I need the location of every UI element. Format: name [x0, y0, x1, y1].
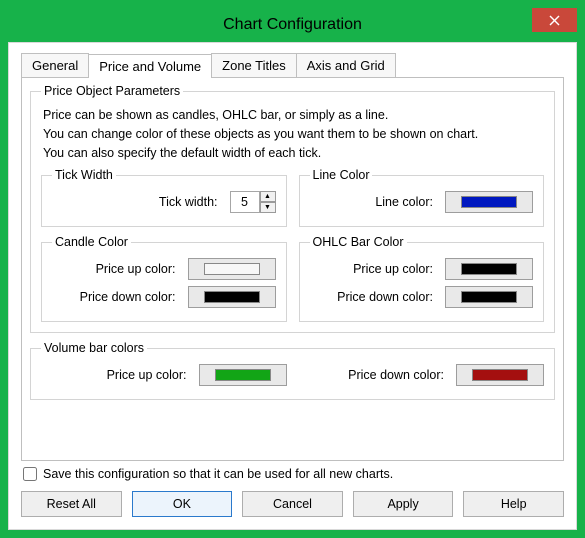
tick-width-input[interactable] [230, 191, 260, 213]
volume-up-swatch [215, 369, 271, 381]
candle-up-color-button[interactable] [188, 258, 276, 280]
candle-color-group: Candle Color Price up color: Price down … [41, 235, 287, 322]
candle-up-swatch [204, 263, 260, 275]
ohlc-down-label: Price down color: [310, 290, 438, 304]
save-config-row: Save this configuration so that it can b… [21, 461, 564, 481]
save-config-checkbox[interactable] [23, 467, 37, 481]
candle-down-color-button[interactable] [188, 286, 276, 308]
reset-all-button[interactable]: Reset All [21, 491, 122, 517]
tab-zone-titles[interactable]: Zone Titles [211, 53, 297, 77]
ohlc-legend: OHLC Bar Color [310, 235, 407, 249]
ohlc-bar-color-group: OHLC Bar Color Price up color: Price dow… [299, 235, 545, 322]
volume-up-label: Price up color: [41, 368, 191, 382]
tick-width-legend: Tick Width [52, 168, 116, 182]
ohlc-up-color-button[interactable] [445, 258, 533, 280]
help-button[interactable]: Help [463, 491, 564, 517]
line-color-legend: Line Color [310, 168, 373, 182]
apply-button[interactable]: Apply [353, 491, 454, 517]
line-color-group: Line Color Line color: [299, 168, 545, 227]
desc-line-3: You can also specify the default width o… [43, 146, 321, 160]
tab-panel-price-and-volume: Price Object Parameters Price can be sho… [21, 77, 564, 461]
candle-down-label: Price down color: [52, 290, 180, 304]
tab-strip: General Price and Volume Zone Titles Axi… [21, 53, 564, 77]
cancel-button[interactable]: Cancel [242, 491, 343, 517]
ohlc-up-swatch [461, 263, 517, 275]
tick-width-label: Tick width: [52, 195, 222, 209]
volume-down-label: Price down color: [299, 368, 449, 382]
titlebar: Chart Configuration [8, 8, 577, 42]
chart-config-window: Chart Configuration General Price and Vo… [8, 8, 577, 530]
volume-down-color-button[interactable] [456, 364, 544, 386]
ok-button[interactable]: OK [132, 491, 233, 517]
tick-width-group: Tick Width Tick width: ▲ ▼ [41, 168, 287, 227]
close-icon [549, 15, 560, 26]
price-object-legend: Price Object Parameters [41, 84, 183, 98]
tick-width-spin-up[interactable]: ▲ [260, 191, 276, 202]
line-color-label: Line color: [310, 195, 438, 209]
tab-price-and-volume[interactable]: Price and Volume [88, 54, 212, 78]
line-color-button[interactable] [445, 191, 533, 213]
price-object-description: Price can be shown as candles, OHLC bar,… [41, 104, 544, 168]
ohlc-down-color-button[interactable] [445, 286, 533, 308]
save-config-label: Save this configuration so that it can b… [43, 467, 393, 481]
candle-up-label: Price up color: [52, 262, 180, 276]
tab-axis-and-grid[interactable]: Axis and Grid [296, 53, 396, 77]
volume-legend: Volume bar colors [41, 341, 147, 355]
desc-line-1: Price can be shown as candles, OHLC bar,… [43, 108, 388, 122]
dialog-buttons: Reset All OK Cancel Apply Help [21, 481, 564, 517]
ohlc-up-label: Price up color: [310, 262, 438, 276]
ohlc-down-swatch [461, 291, 517, 303]
candle-down-swatch [204, 291, 260, 303]
volume-bar-colors-group: Volume bar colors Price up color: Price … [30, 341, 555, 400]
desc-line-2: You can change color of these objects as… [43, 127, 478, 141]
tick-width-spin-down[interactable]: ▼ [260, 202, 276, 213]
close-button[interactable] [532, 8, 577, 32]
price-object-parameters-group: Price Object Parameters Price can be sho… [30, 84, 555, 333]
window-title: Chart Configuration [8, 16, 577, 34]
tab-general[interactable]: General [21, 53, 89, 77]
candle-color-legend: Candle Color [52, 235, 131, 249]
line-color-swatch [461, 196, 517, 208]
volume-down-swatch [472, 369, 528, 381]
volume-up-color-button[interactable] [199, 364, 287, 386]
window-body: General Price and Volume Zone Titles Axi… [8, 42, 577, 530]
